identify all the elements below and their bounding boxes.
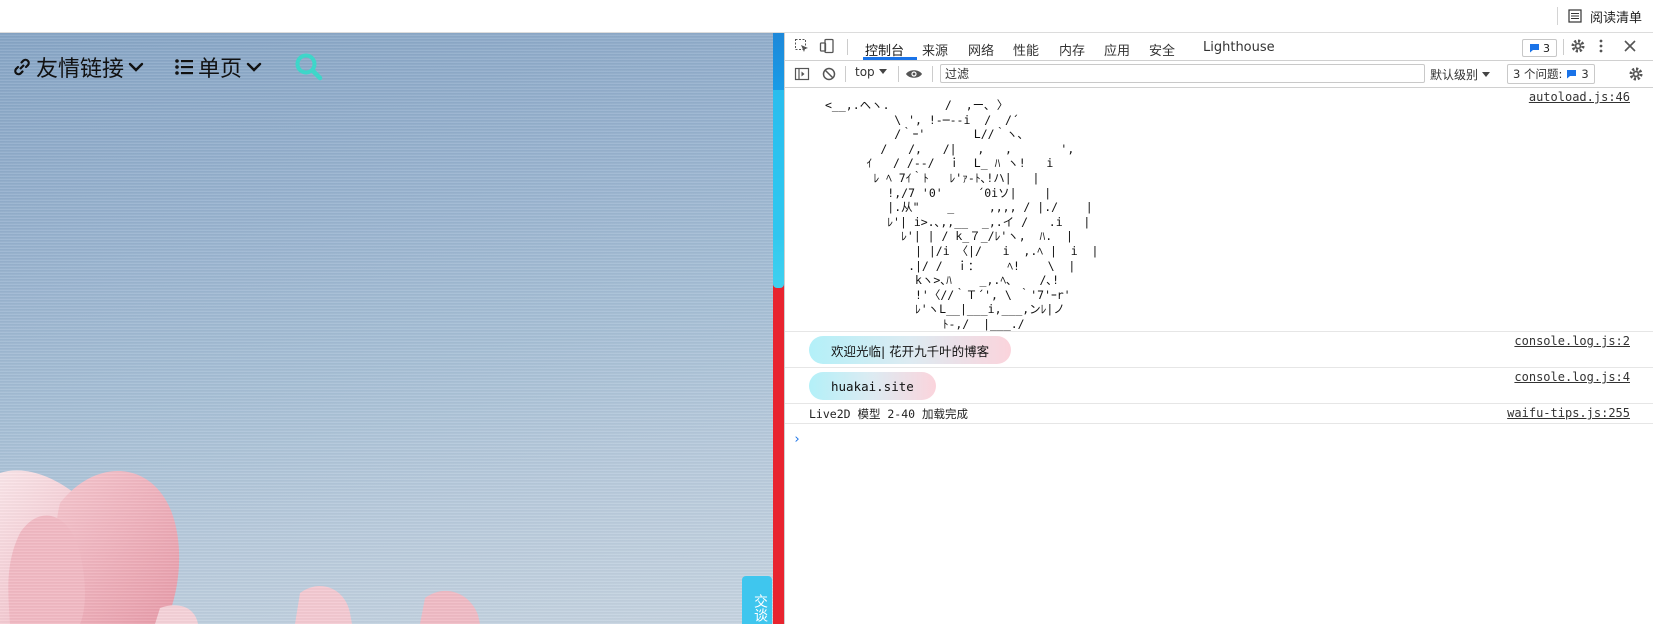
console-output: <__,.ヘヽ. / ,ー､ 〉 \ ', !-─‐-i / /´ /｀ｰ' L… (785, 88, 1653, 454)
nav-friend-links[interactable]: 友情链接 (12, 51, 144, 83)
scrollbar-highlight (773, 90, 784, 240)
link-icon (14, 58, 30, 76)
styled-log-pill: 欢迎光临| 花开九千叶的博客 (809, 336, 1012, 364)
search-icon (295, 53, 323, 81)
toolbar-divider (1557, 7, 1558, 25)
more-options-icon[interactable] (1598, 38, 1604, 54)
caret-down-icon (878, 69, 887, 74)
context-selector[interactable]: top (855, 65, 887, 79)
tab-performance[interactable]: 性能 (1013, 40, 1039, 59)
toolbar-divider (898, 66, 899, 82)
tab-network[interactable]: 网络 (968, 40, 994, 59)
live2d-text: Live2D 模型 2-40 加载完成 (809, 407, 969, 421)
message-source-link[interactable]: waifu-tips.js:255 (1507, 406, 1630, 420)
chat-tab-label: 交谈 (752, 594, 768, 622)
nav-single-pages-label: 单页 (198, 57, 243, 82)
tab-application[interactable]: 应用 (1104, 40, 1130, 59)
site-nav: 友情链接 单页 (12, 51, 324, 83)
toolbar-divider (932, 66, 933, 82)
console-prompt-line[interactable]: › (785, 424, 1653, 454)
console-toolbar: top 默认级别 3 个问题: 3 (785, 61, 1653, 88)
message-icon (1530, 44, 1539, 53)
devtools-panel: 控制台 来源 网络 性能 内存 应用 安全 Lighthouse 3 top 默… (784, 33, 1653, 624)
tab-divider (1563, 39, 1564, 55)
scanline-overlay (0, 33, 773, 624)
caret-down-icon (1482, 71, 1491, 77)
gear-icon[interactable] (1570, 38, 1586, 54)
nav-single-pages[interactable]: 单页 (174, 51, 262, 83)
devtools-tab-bar: 控制台 来源 网络 性能 内存 应用 安全 Lighthouse 3 (785, 33, 1653, 61)
message-source-link[interactable]: console.log.js:4 (1514, 370, 1630, 384)
message-icon (1567, 70, 1577, 79)
reading-list-icon (1568, 9, 1582, 23)
tab-sources[interactable]: 来源 (922, 40, 948, 59)
log-levels-dropdown[interactable]: 默认级别 (1430, 66, 1491, 83)
reading-list-button[interactable]: 阅读清单 (1568, 6, 1642, 26)
sidebar-toggle-icon[interactable] (794, 66, 810, 82)
welcome-text: 欢迎光临| 花开九千叶的博客 (831, 343, 990, 359)
issues-button[interactable]: 3 个问题: 3 (1507, 64, 1595, 84)
chevron-down-icon (128, 62, 144, 72)
issues-button-count: 3 (1581, 67, 1589, 81)
list-icon (175, 59, 194, 75)
chevron-down-icon (246, 62, 262, 72)
styled-log-pill: huakai.site (809, 372, 936, 400)
inspect-element-icon[interactable] (794, 38, 810, 54)
tab-lighthouse[interactable]: Lighthouse (1203, 40, 1275, 55)
console-settings-gear-icon[interactable] (1628, 66, 1644, 82)
console-message-site: huakai.site console.log.js:4 (785, 368, 1653, 404)
reading-list-label: 阅读清单 (1590, 10, 1643, 26)
issues-button-label: 3 个问题: (1513, 67, 1563, 81)
toolbar-divider (845, 66, 846, 82)
issues-badge[interactable]: 3 (1522, 39, 1557, 57)
nav-friend-links-label: 友情链接 (36, 57, 125, 82)
device-toolbar-icon[interactable] (819, 38, 835, 54)
tab-memory[interactable]: 内存 (1059, 40, 1085, 59)
active-tab-indicator (863, 57, 917, 60)
eye-icon[interactable] (905, 67, 923, 81)
close-icon[interactable] (1623, 38, 1637, 54)
console-message-ascii: <__,.ヘヽ. / ,ー､ 〉 \ ', !-─‐-i / /´ /｀ｰ' L… (785, 88, 1653, 332)
message-source-link[interactable]: console.log.js:2 (1514, 334, 1630, 348)
browser-toolbar: 阅读清单 (0, 0, 1653, 33)
ascii-art: <__,.ヘヽ. / ,ー､ 〉 \ ', !-─‐-i / /´ /｀ｰ' L… (825, 98, 1099, 331)
console-message-welcome: 欢迎光临| 花开九千叶的博客 console.log.js:2 (785, 332, 1653, 368)
console-filter-input[interactable] (940, 64, 1425, 83)
tab-security[interactable]: 安全 (1149, 40, 1175, 59)
clear-console-icon[interactable] (821, 66, 837, 82)
page-viewport: 友情链接 单页 (0, 33, 773, 624)
message-source-link[interactable]: autoload.js:46 (1529, 90, 1630, 104)
issues-badge-count: 3 (1543, 41, 1550, 55)
search-button[interactable] (294, 52, 324, 82)
tab-divider (847, 39, 848, 55)
log-levels-label: 默认级别 (1430, 68, 1479, 82)
site-text: huakai.site (831, 378, 914, 394)
console-message-live2d: Live2D 模型 2-40 加载完成 waifu-tips.js:255 (785, 404, 1653, 424)
context-selector-value: top (855, 65, 875, 79)
console-prompt-caret: › (793, 432, 801, 447)
